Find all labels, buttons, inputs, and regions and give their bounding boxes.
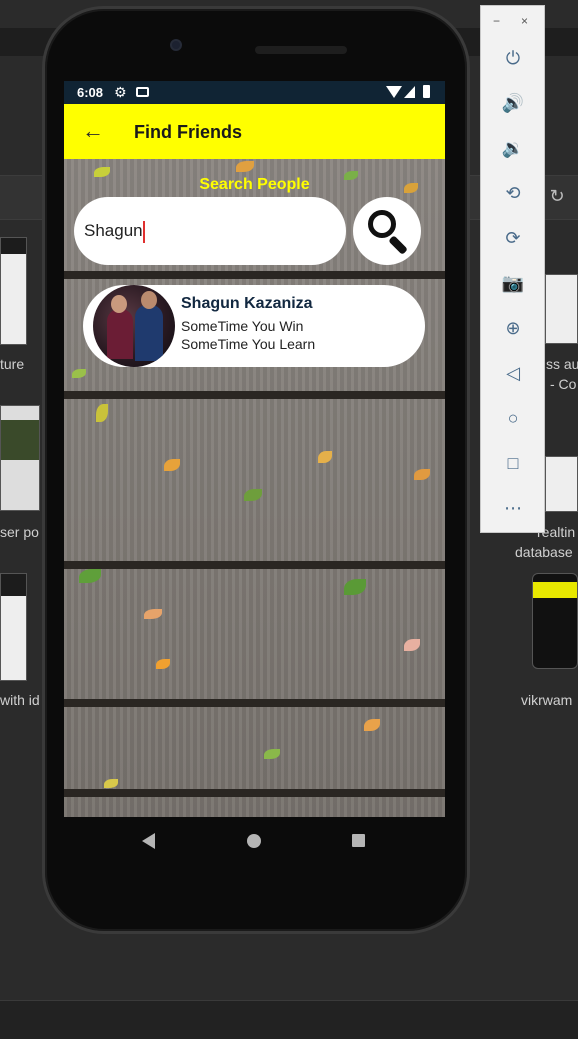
- nav-home-icon[interactable]: [247, 834, 261, 848]
- home-icon[interactable]: ○: [497, 402, 529, 434]
- file-thumbnail[interactable]: [545, 456, 578, 512]
- leaf: [404, 639, 420, 651]
- friend-name: Shagun Kazaniza: [181, 295, 313, 312]
- refresh-icon[interactable]: ↻: [545, 184, 569, 208]
- leaf: [156, 659, 170, 669]
- file-thumbnail[interactable]: [0, 573, 27, 681]
- leaf: [318, 451, 332, 463]
- leaf: [144, 609, 162, 619]
- leaf: [164, 459, 180, 471]
- earpiece: [255, 46, 347, 54]
- rotate-right-icon[interactable]: ⟳: [497, 222, 529, 254]
- file-label: database: [515, 544, 573, 560]
- app-bar: ← Find Friends: [64, 104, 445, 159]
- leaf: [244, 489, 262, 501]
- leaf: [264, 749, 280, 759]
- wifi-icon: [386, 86, 402, 98]
- file-thumbnail[interactable]: [0, 405, 40, 511]
- back-icon[interactable]: ◁: [497, 357, 529, 389]
- phone-screen: 6:08 ⚙ ← Find Friends Search People Shag…: [64, 81, 445, 817]
- minimize-button[interactable]: −: [493, 14, 500, 28]
- mail-icon: [136, 87, 149, 97]
- camera-icon[interactable]: 📷: [497, 267, 529, 299]
- friend-result-card[interactable]: Shagun Kazaniza SomeTime You Win SomeTim…: [83, 285, 425, 367]
- more-icon[interactable]: ⋯: [497, 492, 529, 524]
- leaf: [104, 779, 118, 788]
- file-label: vikrwam: [521, 692, 573, 708]
- power-icon[interactable]: ⏻: [497, 42, 529, 74]
- nav-back-icon[interactable]: [142, 833, 155, 849]
- arrow-left-icon[interactable]: ←: [82, 118, 104, 144]
- settings-icon: ⚙: [114, 84, 127, 100]
- nav-recents-icon[interactable]: [352, 834, 365, 847]
- file-thumbnail[interactable]: [532, 573, 578, 669]
- plank-gap: [64, 789, 445, 797]
- zoom-icon[interactable]: ⊕: [497, 312, 529, 344]
- file-label: - Co: [550, 376, 577, 392]
- search-input[interactable]: [74, 197, 346, 265]
- plank-gap: [64, 561, 445, 569]
- android-nav-bar: [64, 817, 445, 865]
- desktop-bottom-bar: [0, 1000, 578, 1039]
- signal-icon: [404, 86, 415, 98]
- leaf: [236, 161, 254, 172]
- leaf: [72, 369, 86, 378]
- plank-gap: [64, 699, 445, 707]
- overview-icon[interactable]: □: [497, 447, 529, 479]
- file-thumbnail[interactable]: [545, 274, 578, 344]
- file-label: ser po: [0, 524, 39, 540]
- file-label: ture: [0, 356, 25, 372]
- volume-up-icon[interactable]: 🔊: [497, 87, 529, 119]
- leaf: [364, 719, 380, 731]
- friend-status-line: SomeTime You Win: [181, 318, 304, 334]
- close-button[interactable]: ×: [521, 14, 528, 28]
- file-label: ss au: [546, 356, 578, 372]
- search-button[interactable]: [353, 197, 421, 265]
- search-title: Search People: [199, 176, 310, 193]
- file-thumbnail[interactable]: [0, 237, 27, 345]
- page-title: Find Friends: [134, 122, 242, 142]
- status-time: 6:08: [77, 85, 104, 100]
- volume-down-icon[interactable]: 🔉: [497, 132, 529, 164]
- leaf: [344, 579, 366, 595]
- plank-gap: [64, 391, 445, 399]
- rotate-left-icon[interactable]: ⟲: [497, 177, 529, 209]
- text-caret: [143, 221, 145, 243]
- leaf: [414, 469, 430, 480]
- plank-gap: [64, 271, 445, 279]
- leaf: [79, 569, 101, 583]
- file-label: with id: [0, 692, 40, 708]
- battery-icon: [423, 85, 430, 98]
- front-camera: [170, 39, 182, 51]
- status-bar: 6:08 ⚙: [64, 81, 445, 104]
- friend-status-line: SomeTime You Learn: [181, 336, 316, 352]
- emulator-side-panel: − × ⏻ 🔊 🔉 ⟲ ⟳ 📷 ⊕ ◁ ○ □ ⋯: [480, 5, 545, 533]
- leaf: [96, 404, 108, 422]
- avatar: [93, 285, 175, 367]
